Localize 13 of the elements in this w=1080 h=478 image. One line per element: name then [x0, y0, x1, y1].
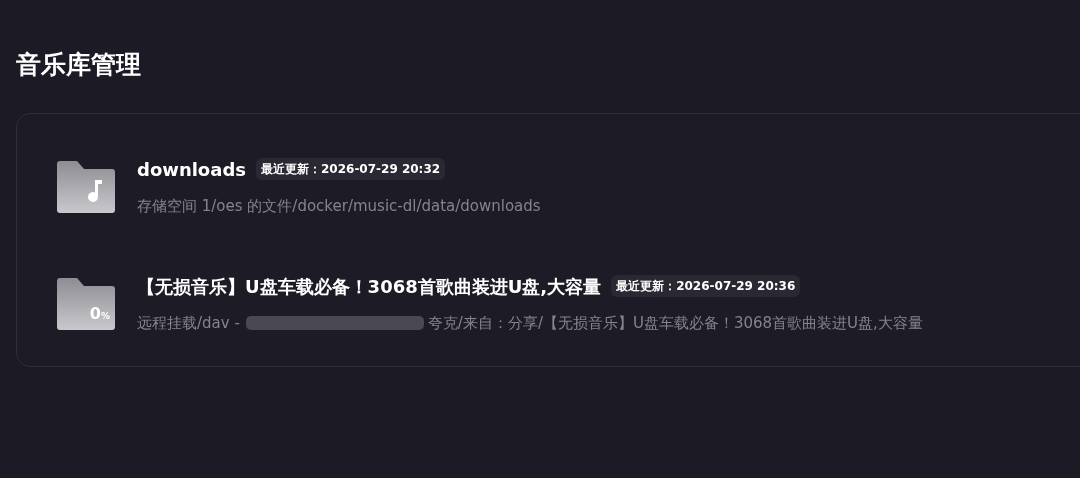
library-path: 存储空间 1/oes 的文件/docker/music-dl/data/downloads: [137, 195, 541, 217]
library-path: 夸克/来自：分享/【无损音乐】U盘车载必备！3068首歌曲装进U盘,大容量: [427, 312, 923, 334]
library-name[interactable]: downloads: [137, 155, 246, 183]
progress-value: 0: [89, 305, 101, 322]
library-name[interactable]: 【无损音乐】U盘车载必备！3068首歌曲装进U盘,大容量: [137, 272, 602, 300]
progress-unit: %: [100, 311, 110, 321]
page-title: 音乐库管理: [16, 52, 142, 77]
update-label: 最近更新：: [261, 161, 321, 179]
update-time: 2026-07-29 20:36: [676, 278, 796, 296]
update-time: 2026-07-29 20:32: [321, 161, 441, 179]
update-label: 最近更新：: [616, 278, 677, 296]
library-path: 远程挂载/dav -: [137, 312, 240, 334]
folder-icon: [57, 160, 115, 213]
